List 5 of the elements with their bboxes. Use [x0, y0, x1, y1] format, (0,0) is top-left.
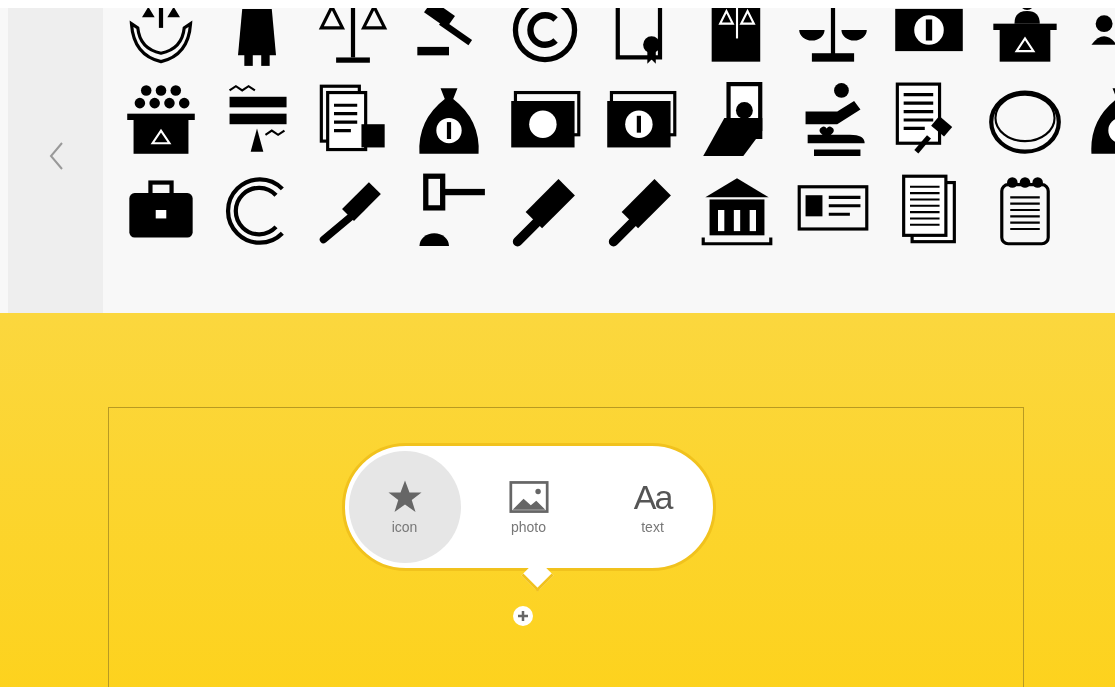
- text-option[interactable]: Aa text: [596, 451, 709, 563]
- icon-option[interactable]: icon: [348, 451, 461, 563]
- photo-option[interactable]: photo: [472, 451, 585, 563]
- add-icon[interactable]: [512, 605, 534, 627]
- image-icon: [508, 479, 549, 515]
